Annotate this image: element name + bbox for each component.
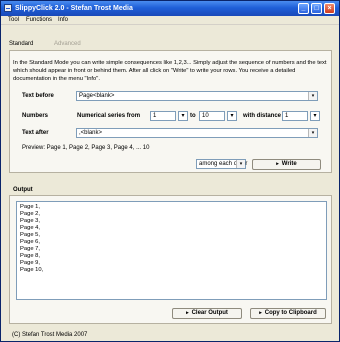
text-before-combo[interactable]: Page<blank> ▾ <box>76 91 318 101</box>
text-after-combo[interactable]: ,<blank> ▾ <box>76 128 318 138</box>
output-line: Page 1, <box>20 204 40 210</box>
output-line: Page 5, <box>20 232 40 238</box>
chevron-down-icon[interactable]: ▾ <box>181 113 184 119</box>
text-before-label: Text before <box>22 93 54 99</box>
clear-output-label: Clear Output <box>191 310 228 316</box>
chevron-down-icon[interactable]: ▾ <box>236 160 245 168</box>
write-mode-select[interactable]: among each other ▾ <box>196 159 247 169</box>
close-button[interactable]: × <box>324 3 335 14</box>
numerical-series-label: Numerical series from <box>77 113 141 119</box>
to-value: 10 <box>202 113 209 119</box>
distance-value: 1 <box>285 113 289 119</box>
arrow-icon: ▸ <box>276 161 279 167</box>
from-stepper[interactable]: ▾ <box>178 111 188 121</box>
output-line: Page 4, <box>20 225 40 231</box>
arrow-icon: ▸ <box>259 310 262 316</box>
menu-info[interactable]: Info <box>58 17 68 24</box>
output-label: Output <box>13 187 33 193</box>
to-input[interactable]: 10 <box>199 111 225 121</box>
from-input[interactable]: 1 <box>150 111 176 121</box>
write-button-label: Write <box>281 161 297 167</box>
output-line: Page 3, <box>20 218 40 224</box>
window-title: SlippyClick 2.0 - Stefan Trost Media <box>15 5 133 12</box>
chevron-down-icon[interactable]: ▾ <box>308 129 317 137</box>
copyright-footer: (C) Stefan Trost Media 2007 <box>12 332 88 338</box>
preview-text: Preview: Page 1, Page 2, Page 3, Page 4,… <box>22 145 150 151</box>
output-line: Page 10, <box>20 267 44 273</box>
to-stepper[interactable]: ▾ <box>227 111 237 121</box>
copy-clipboard-button[interactable]: ▸ Copy to Clipboard <box>250 308 326 319</box>
menu-bar: Tool Functions Info <box>1 16 339 25</box>
distance-input[interactable]: 1 <box>282 111 308 121</box>
distance-label: with distance <box>243 113 282 119</box>
output-line: Page 2, <box>20 211 40 217</box>
write-button[interactable]: ▸ Write <box>252 159 321 170</box>
app-window: SlippyClick 2.0 - Stefan Trost Media _ □… <box>0 0 340 342</box>
chevron-down-icon[interactable]: ▾ <box>230 113 233 119</box>
output-line: Page 9, <box>20 260 40 266</box>
copy-clipboard-label: Copy to Clipboard <box>264 310 317 316</box>
from-value: 1 <box>153 113 157 119</box>
numbers-label: Numbers <box>22 113 49 119</box>
title-bar: SlippyClick 2.0 - Stefan Trost Media _ □… <box>1 1 339 16</box>
maximize-button[interactable]: □ <box>311 3 322 14</box>
to-label: to <box>190 113 196 119</box>
chevron-down-icon[interactable]: ▾ <box>313 113 316 119</box>
clear-output-button[interactable]: ▸ Clear Output <box>172 308 242 319</box>
output-line: Page 8, <box>20 253 40 259</box>
arrow-icon: ▸ <box>186 310 189 316</box>
tab-advanced[interactable]: Advanced <box>54 40 81 48</box>
output-textarea[interactable]: Page 1, Page 2, Page 3, Page 4, Page 5, … <box>16 201 327 300</box>
tab-standard[interactable]: Standard <box>9 40 33 48</box>
app-icon <box>4 4 12 12</box>
distance-stepper[interactable]: ▾ <box>310 111 320 121</box>
info-text: In the Standard Mode you can write simpl… <box>13 60 327 82</box>
output-line: Page 7, <box>20 246 40 252</box>
text-before-value: Page<blank> <box>79 93 115 99</box>
minimize-button[interactable]: _ <box>298 3 309 14</box>
text-after-label: Text after <box>22 130 49 136</box>
menu-tool[interactable]: Tool <box>8 17 19 24</box>
menu-functions[interactable]: Functions <box>26 17 52 24</box>
chevron-down-icon[interactable]: ▾ <box>308 92 317 100</box>
output-line: Page 6, <box>20 239 40 245</box>
text-after-value: ,<blank> <box>79 130 103 136</box>
